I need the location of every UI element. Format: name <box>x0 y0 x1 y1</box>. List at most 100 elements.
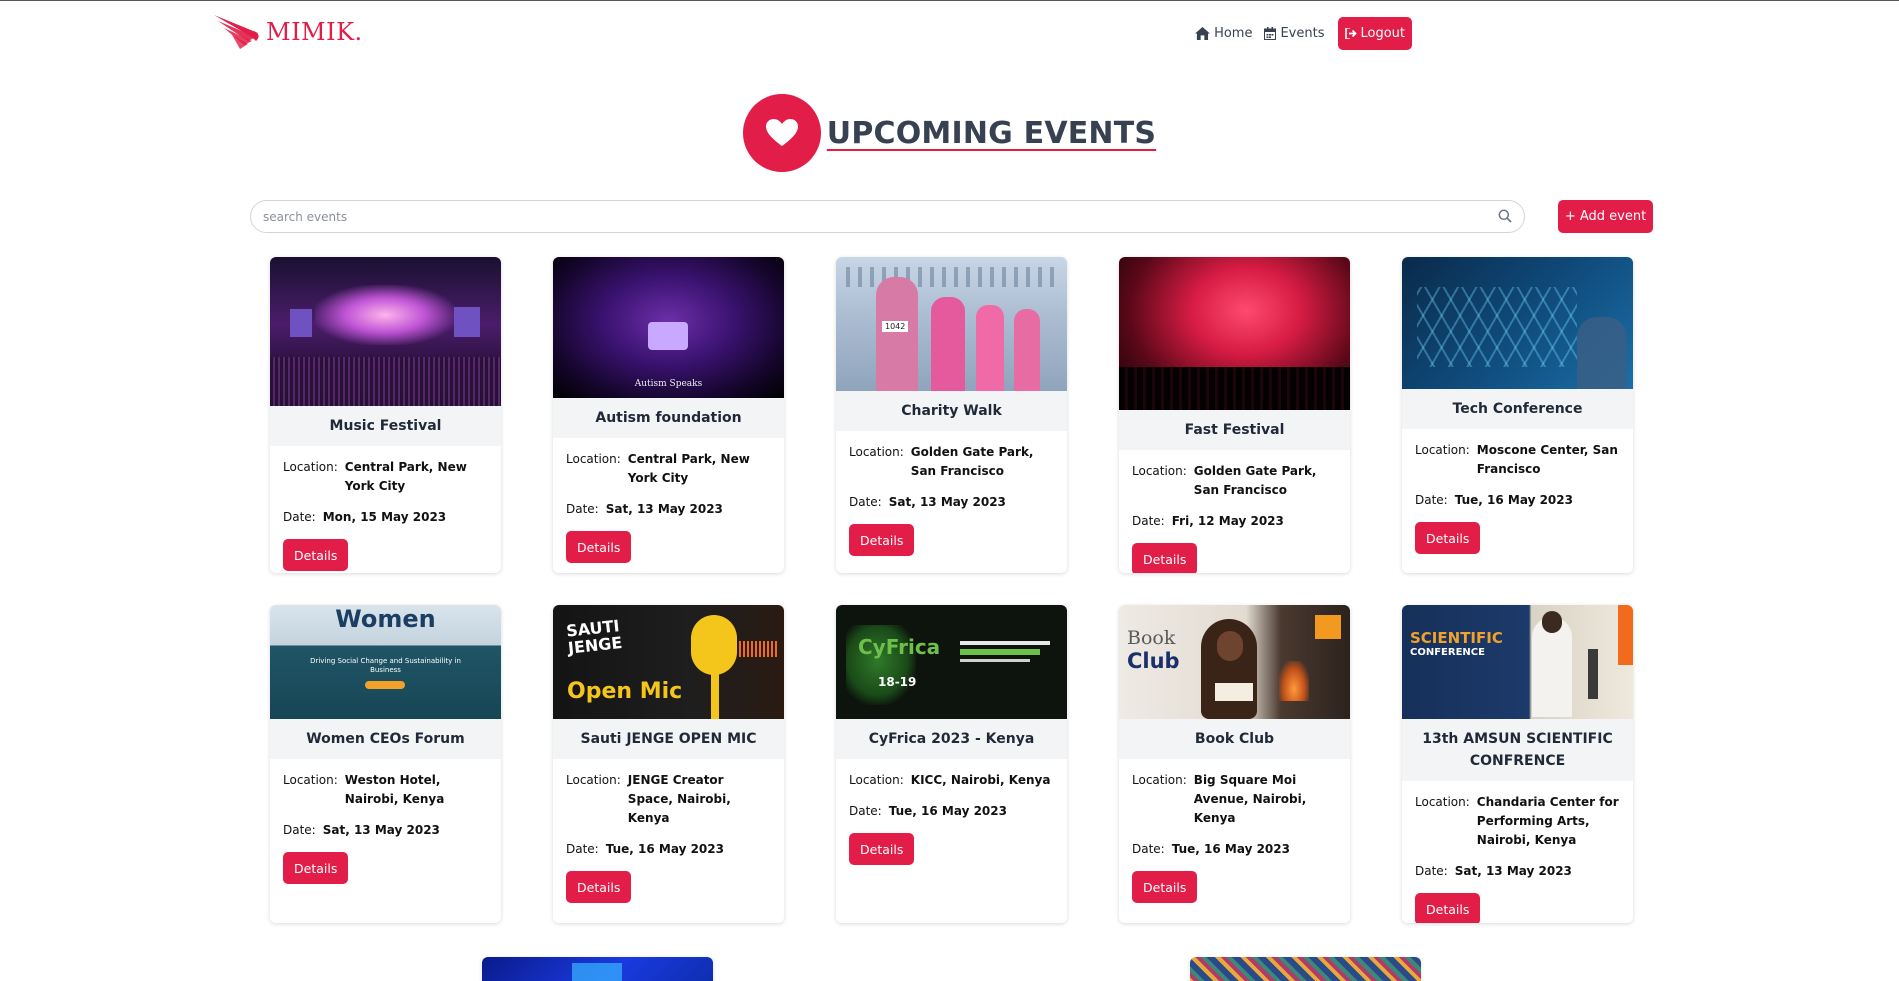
event-title: Tech Conference <box>1402 389 1633 429</box>
details-button[interactable]: Details <box>566 531 632 563</box>
bib-number: 1042 <box>882 321 909 332</box>
event-image <box>1190 957 1421 981</box>
image-subtitle: Open Mic <box>567 679 683 704</box>
date-label: Date: <box>283 823 316 837</box>
nav-events-link[interactable]: Events <box>1264 26 1324 41</box>
image-headline: Women <box>335 605 436 633</box>
event-body: Location: Golden Gate Park, San Francisco… <box>836 431 1067 568</box>
event-card: Book Club Book Club Location: Big Square … <box>1119 605 1350 923</box>
date-label: Date: <box>1132 842 1165 856</box>
date-label: Date: <box>849 804 882 818</box>
search-bar <box>250 200 1525 233</box>
nav-links: Home Events Logout <box>1195 17 1412 50</box>
event-date: Date: Fri, 12 May 2023 <box>1132 512 1337 531</box>
navbar: MIMIK. Home Events Logout <box>0 1 1899 67</box>
event-title: CyFrica 2023 - Kenya <box>836 719 1067 759</box>
details-button[interactable]: Details <box>1415 522 1481 554</box>
date-label: Date: <box>566 502 599 516</box>
event-title: Sauti JENGE OPEN MIC <box>553 719 784 759</box>
date-value: Mon, 15 May 2023 <box>322 510 447 524</box>
event-body: Location: Central Park, New York City Dat… <box>553 438 784 573</box>
event-title: Women CEOs Forum <box>270 719 501 759</box>
event-body: Location: Central Park, New York City Dat… <box>270 446 501 573</box>
event-body: Location: JENGE Creator Space, Nairobi, K… <box>553 759 784 915</box>
image-headline: SAUTI JENGE <box>565 616 624 658</box>
location-value: JENGE Creator Space, Nairobi, Kenya <box>627 773 731 825</box>
date-label: Date: <box>566 842 599 856</box>
location-label: Location: <box>849 445 904 459</box>
location-label: Location: <box>1415 795 1470 809</box>
details-button[interactable]: Details <box>849 833 915 865</box>
event-body: Location: Golden Gate Park, San Francisco… <box>1119 450 1350 573</box>
date-value: Tue, 16 May 2023 <box>1171 842 1290 856</box>
location-value: Weston Hotel, Nairobi, Kenya <box>344 773 445 806</box>
event-card: Tech Conference Location: Moscone Center,… <box>1402 257 1633 573</box>
nav-events-label: Events <box>1280 26 1325 41</box>
event-date: Date: Tue, 16 May 2023 <box>566 840 771 859</box>
details-button[interactable]: Details <box>283 539 349 571</box>
event-title: 13th AMSUN SCIENTIFIC CONFRENCE <box>1402 719 1633 781</box>
date-value: Sat, 13 May 2023 <box>605 502 723 516</box>
details-button[interactable]: Details <box>1415 893 1481 923</box>
location-label: Location: <box>1132 773 1187 787</box>
event-card-partial <box>1190 957 1421 981</box>
add-event-button[interactable]: + Add event <box>1558 200 1653 233</box>
heart-badge <box>742 94 821 172</box>
location-value: Central Park, New York City <box>344 460 467 493</box>
event-image <box>270 257 501 406</box>
image-subtitle: 18-19 <box>878 675 917 689</box>
event-body: Location: Big Square Moi Avenue, Nairobi,… <box>1119 759 1350 915</box>
details-button[interactable]: Details <box>1132 871 1198 903</box>
event-location: Location: Central Park, New York City <box>283 458 488 496</box>
brand-logo[interactable]: MIMIK. <box>212 13 363 51</box>
event-body: Location: Weston Hotel, Nairobi, Kenya Da… <box>270 759 501 896</box>
date-value: Sat, 13 May 2023 <box>1454 864 1572 878</box>
event-date: Date: Mon, 15 May 2023 <box>283 508 488 527</box>
home-icon <box>1195 27 1211 40</box>
location-label: Location: <box>566 773 621 787</box>
wing-logo-icon <box>214 15 259 49</box>
location-value: Chandaria Center for Performing Arts, Na… <box>1476 795 1619 847</box>
search-icon[interactable] <box>1498 209 1512 223</box>
event-location: Location: Golden Gate Park, San Francisco <box>1132 462 1337 500</box>
date-label: Date: <box>1415 493 1448 507</box>
location-value: Moscone Center, San Francisco <box>1476 443 1618 476</box>
event-location: Location: Chandaria Center for Performing… <box>1415 793 1620 850</box>
image-headline: Book <box>1127 627 1176 649</box>
event-body: Location: Chandaria Center for Performing… <box>1402 781 1633 923</box>
image-subtitle: Club <box>1127 649 1180 673</box>
event-location: Location: Moscone Center, San Francisco <box>1415 441 1620 479</box>
date-value: Sat, 13 May 2023 <box>888 495 1006 509</box>
event-title: Charity Walk <box>836 391 1067 431</box>
details-button[interactable]: Details <box>283 852 349 884</box>
details-button[interactable]: Details <box>1132 543 1198 573</box>
date-label: Date: <box>1415 864 1448 878</box>
location-label: Location: <box>1415 443 1470 457</box>
location-value: Big Square Moi Avenue, Nairobi, Kenya <box>1193 773 1307 825</box>
image-headline: SCIENTIFIC <box>1410 629 1503 647</box>
details-button[interactable]: Details <box>849 524 915 556</box>
location-value: Golden Gate Park, San Francisco <box>1193 464 1317 497</box>
event-date: Date: Sat, 13 May 2023 <box>849 493 1054 512</box>
logout-icon <box>1345 28 1358 39</box>
event-title: Fast Festival <box>1119 410 1350 450</box>
event-body: Location: Moscone Center, San Francisco D… <box>1402 429 1633 566</box>
event-image: SCIENTIFIC CONFERENCE <box>1402 605 1633 719</box>
logout-button[interactable]: Logout <box>1338 17 1412 50</box>
details-button[interactable]: Details <box>566 871 632 903</box>
event-image <box>1119 257 1350 410</box>
search-input[interactable] <box>251 201 1524 232</box>
page-title: UPCOMING EVENTS <box>826 115 1157 151</box>
date-value: Tue, 16 May 2023 <box>888 804 1007 818</box>
event-image <box>482 957 713 981</box>
nav-home-link[interactable]: Home <box>1195 26 1252 41</box>
event-location: Location: Central Park, New York City <box>566 450 771 488</box>
location-value: KICC, Nairobi, Kenya <box>910 773 1051 787</box>
event-location: Location: Weston Hotel, Nairobi, Kenya <box>283 771 488 809</box>
event-date: Date: Tue, 16 May 2023 <box>1415 491 1620 510</box>
event-image: CyFrica 18-19 <box>836 605 1067 719</box>
event-card: SAUTI JENGE Open Mic Sauti JENGE OPEN MI… <box>553 605 784 923</box>
event-image: Women Driving Social Change and Sustaina… <box>270 605 501 719</box>
location-label: Location: <box>283 773 338 787</box>
event-image: SAUTI JENGE Open Mic <box>553 605 784 719</box>
